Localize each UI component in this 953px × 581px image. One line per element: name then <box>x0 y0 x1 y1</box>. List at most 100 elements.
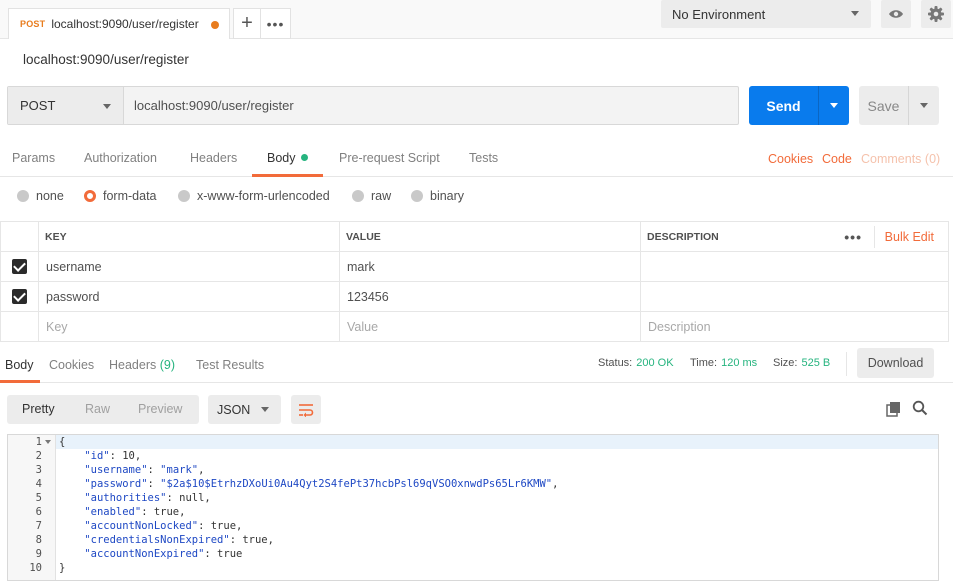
chevron-down-icon <box>920 103 928 108</box>
radio-none[interactable]: none <box>17 189 64 203</box>
column-header-value: VALUE <box>339 221 641 252</box>
radio-form-data[interactable]: form-data <box>84 189 157 203</box>
comments-link[interactable]: Comments (0) <box>861 152 940 166</box>
param-key-cell[interactable]: username <box>38 251 340 282</box>
code-link[interactable]: Code <box>822 152 852 166</box>
param-description-cell[interactable] <box>640 281 949 312</box>
form-data-table: KEY VALUE DESCRIPTION ••• Bulk Edit user… <box>0 221 949 342</box>
unsaved-dot-icon <box>211 21 219 29</box>
param-value-cell[interactable]: mark <box>339 251 641 282</box>
request-tab-method: POST <box>20 19 46 29</box>
radio-binary[interactable]: binary <box>411 189 464 203</box>
more-horizontal-icon[interactable]: ••• <box>844 229 862 245</box>
param-description-cell[interactable] <box>640 251 949 282</box>
radio-circle-icon <box>178 190 190 202</box>
checkbox-checked-icon[interactable] <box>12 289 27 305</box>
tab-authorization[interactable]: Authorization <box>84 151 157 165</box>
send-button-label: Send <box>766 97 801 114</box>
checkbox-checked-icon[interactable] <box>12 259 27 275</box>
view-pretty-button[interactable]: Pretty <box>22 402 55 416</box>
http-method-select[interactable]: POST <box>8 87 124 124</box>
manage-environments-button[interactable] <box>921 0 951 28</box>
response-tabs: Body Cookies Headers (9) Test Results St… <box>0 348 953 383</box>
http-method-value: POST <box>20 98 56 113</box>
new-description-input[interactable]: Description <box>640 311 949 342</box>
plus-icon: + <box>241 12 253 34</box>
send-options-dropdown[interactable] <box>818 86 849 125</box>
param-value-cell[interactable]: 123456 <box>339 281 641 312</box>
radio-raw[interactable]: raw <box>352 189 391 203</box>
send-button[interactable]: Send <box>749 86 849 125</box>
more-horizontal-icon: ••• <box>266 15 285 32</box>
radio-urlencoded-label: x-www-form-urlencoded <box>197 189 330 203</box>
radio-none-label: none <box>36 189 64 203</box>
active-line-highlight <box>8 435 938 449</box>
bulk-edit-link[interactable]: Bulk Edit <box>885 230 934 244</box>
environment-quick-look-button[interactable] <box>881 0 911 28</box>
column-header-description-label: DESCRIPTION <box>647 230 719 243</box>
wrap-lines-button[interactable] <box>291 395 321 424</box>
status-value: 200 OK <box>636 357 674 369</box>
save-options-dropdown[interactable] <box>908 86 939 125</box>
tab-tests[interactable]: Tests <box>469 151 498 165</box>
line-number: 6 <box>35 506 42 518</box>
save-button[interactable]: Save <box>859 86 939 125</box>
tab-prerequest-script[interactable]: Pre-request Script <box>339 151 440 165</box>
tab-headers[interactable]: Headers <box>190 151 237 165</box>
response-status: Status: 200 OK <box>598 357 674 369</box>
new-tab-button[interactable]: + <box>233 8 261 39</box>
code-line: "username": "mark", <box>84 464 205 476</box>
response-tab-headers-label: Headers <box>109 358 157 372</box>
radio-form-data-label: form-data <box>103 189 157 203</box>
status-label: Status: <box>598 357 633 369</box>
line-number: 7 <box>35 520 42 532</box>
response-tab-headers[interactable]: Headers (9) <box>109 358 175 372</box>
request-tab[interactable]: POST localhost:9090/user/register <box>8 8 230 39</box>
search-icon[interactable] <box>912 400 928 416</box>
toolbar-divider <box>846 352 847 376</box>
tab-body[interactable]: Body <box>267 151 308 165</box>
url-input[interactable] <box>124 87 738 124</box>
time-label: Time: <box>690 357 718 369</box>
environment-select[interactable]: No Environment <box>661 0 871 28</box>
code-line: "password": "$2a$10$EtrhzDXoUi0Au4Qyt2S4… <box>84 478 559 490</box>
table-row: password 123456 <box>0 281 949 312</box>
active-dot-icon <box>300 154 308 161</box>
size-label: Size: <box>773 357 798 369</box>
code-line: "accountNonLocked": true, <box>84 520 243 532</box>
headers-count-badge: (9) <box>159 358 176 372</box>
active-tab-indicator <box>0 380 40 383</box>
response-tab-body[interactable]: Body <box>5 358 34 372</box>
response-format-select[interactable]: JSON <box>208 395 281 424</box>
response-time: Time: 120 ms <box>690 357 757 369</box>
radio-x-www-form-urlencoded[interactable]: x-www-form-urlencoded <box>178 189 330 203</box>
line-number: 2 <box>35 450 42 462</box>
chevron-down-icon <box>830 103 838 108</box>
cookies-link[interactable]: Cookies <box>768 152 813 166</box>
view-raw-button[interactable]: Raw <box>85 402 110 416</box>
tab-options-button[interactable]: ••• <box>261 8 291 39</box>
active-tab-indicator <box>252 174 323 177</box>
fold-toggle-icon[interactable] <box>45 440 51 444</box>
radio-circle-icon <box>352 190 364 202</box>
column-header-key: KEY <box>38 221 340 252</box>
radio-circle-icon <box>17 190 29 202</box>
table-row-new: Key Value Description <box>0 311 949 342</box>
request-subtabs: Params Authorization Headers Body Pre-re… <box>0 143 953 177</box>
copy-icon[interactable] <box>886 401 902 417</box>
download-button[interactable]: Download <box>857 348 934 378</box>
row-checkbox-cell <box>0 251 39 282</box>
new-key-input[interactable]: Key <box>38 311 340 342</box>
response-body-editor[interactable]: 1 2 3 4 5 6 7 8 9 10 { "id": 10, "userna… <box>7 434 939 581</box>
response-tab-cookies[interactable]: Cookies <box>49 358 94 372</box>
size-value: 525 B <box>801 357 831 369</box>
response-tab-test-results[interactable]: Test Results <box>196 358 264 372</box>
new-value-input[interactable]: Value <box>339 311 641 342</box>
table-row: username mark <box>0 251 949 282</box>
code-line: "credentialsNonExpired": true, <box>84 534 274 546</box>
param-key-cell[interactable]: password <box>38 281 340 312</box>
line-number: 3 <box>35 464 42 476</box>
line-number: 1 <box>35 436 42 448</box>
tab-params[interactable]: Params <box>12 151 55 165</box>
view-preview-button[interactable]: Preview <box>138 402 182 416</box>
